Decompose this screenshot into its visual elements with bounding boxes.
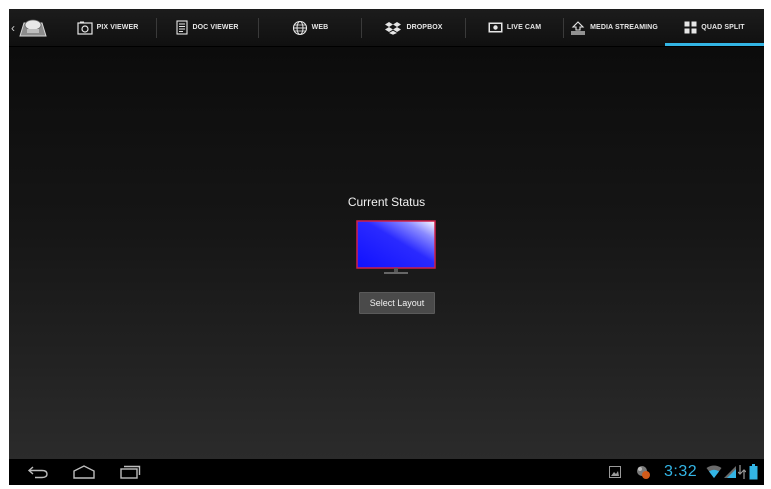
recent-apps-button[interactable] <box>115 462 145 482</box>
data-activity-icon <box>738 465 746 479</box>
tab-label: QUAD SPLIT <box>701 24 745 31</box>
main-content: Current Status Select Layout <box>9 47 764 459</box>
tablet-screen: ‹ PIX VIEWER DOC VIEWER WEB DROPBOX LIVE… <box>9 9 764 485</box>
camera-icon <box>488 22 503 33</box>
home-icon <box>73 465 95 479</box>
select-layout-button[interactable]: Select Layout <box>359 292 435 314</box>
system-bar: 3:32 <box>9 459 764 485</box>
action-bar: ‹ PIX VIEWER DOC VIEWER WEB DROPBOX LIVE… <box>9 9 764 47</box>
photo-icon <box>76 21 93 35</box>
tab-quad-split[interactable]: QUAD SPLIT <box>665 9 764 46</box>
home-button[interactable] <box>69 462 99 482</box>
tab-web[interactable]: WEB <box>259 9 361 46</box>
wifi-icon <box>706 465 722 478</box>
tab-media-streaming[interactable]: MEDIA STREAMING <box>564 9 664 46</box>
tab-label: MEDIA STREAMING <box>590 24 658 31</box>
monitor-icon <box>356 220 436 274</box>
streaming-icon <box>571 20 586 35</box>
tab-pix-viewer[interactable]: PIX VIEWER <box>59 9 156 46</box>
battery-icon <box>749 464 758 480</box>
tab-doc-viewer[interactable]: DOC VIEWER <box>157 9 258 46</box>
status-title: Current Status <box>347 195 426 209</box>
dropbox-icon <box>385 21 402 35</box>
tab-label: WEB <box>311 24 329 31</box>
signal-icon <box>724 466 736 478</box>
gallery-notification-icon[interactable] <box>609 466 621 478</box>
tab-label: PIX VIEWER <box>96 24 139 31</box>
app-notification-icon[interactable] <box>635 464 651 480</box>
document-icon <box>176 20 188 35</box>
tab-label: LIVE CAM <box>506 24 542 31</box>
recent-apps-icon <box>120 465 141 479</box>
app-home-button[interactable]: ‹ <box>9 9 59 46</box>
up-caret-icon: ‹ <box>11 20 15 35</box>
globe-icon <box>292 20 307 35</box>
system-clock[interactable]: 3:32 <box>664 462 697 482</box>
tab-label: DROPBOX <box>406 24 443 31</box>
back-button[interactable] <box>23 462 53 482</box>
back-icon <box>27 466 48 479</box>
tab-label: DOC VIEWER <box>192 24 239 31</box>
tab-live-cam[interactable]: LIVE CAM <box>466 9 563 46</box>
app-logo-icon <box>19 19 47 36</box>
quad-grid-icon <box>684 21 697 34</box>
tab-dropbox[interactable]: DROPBOX <box>362 9 465 46</box>
